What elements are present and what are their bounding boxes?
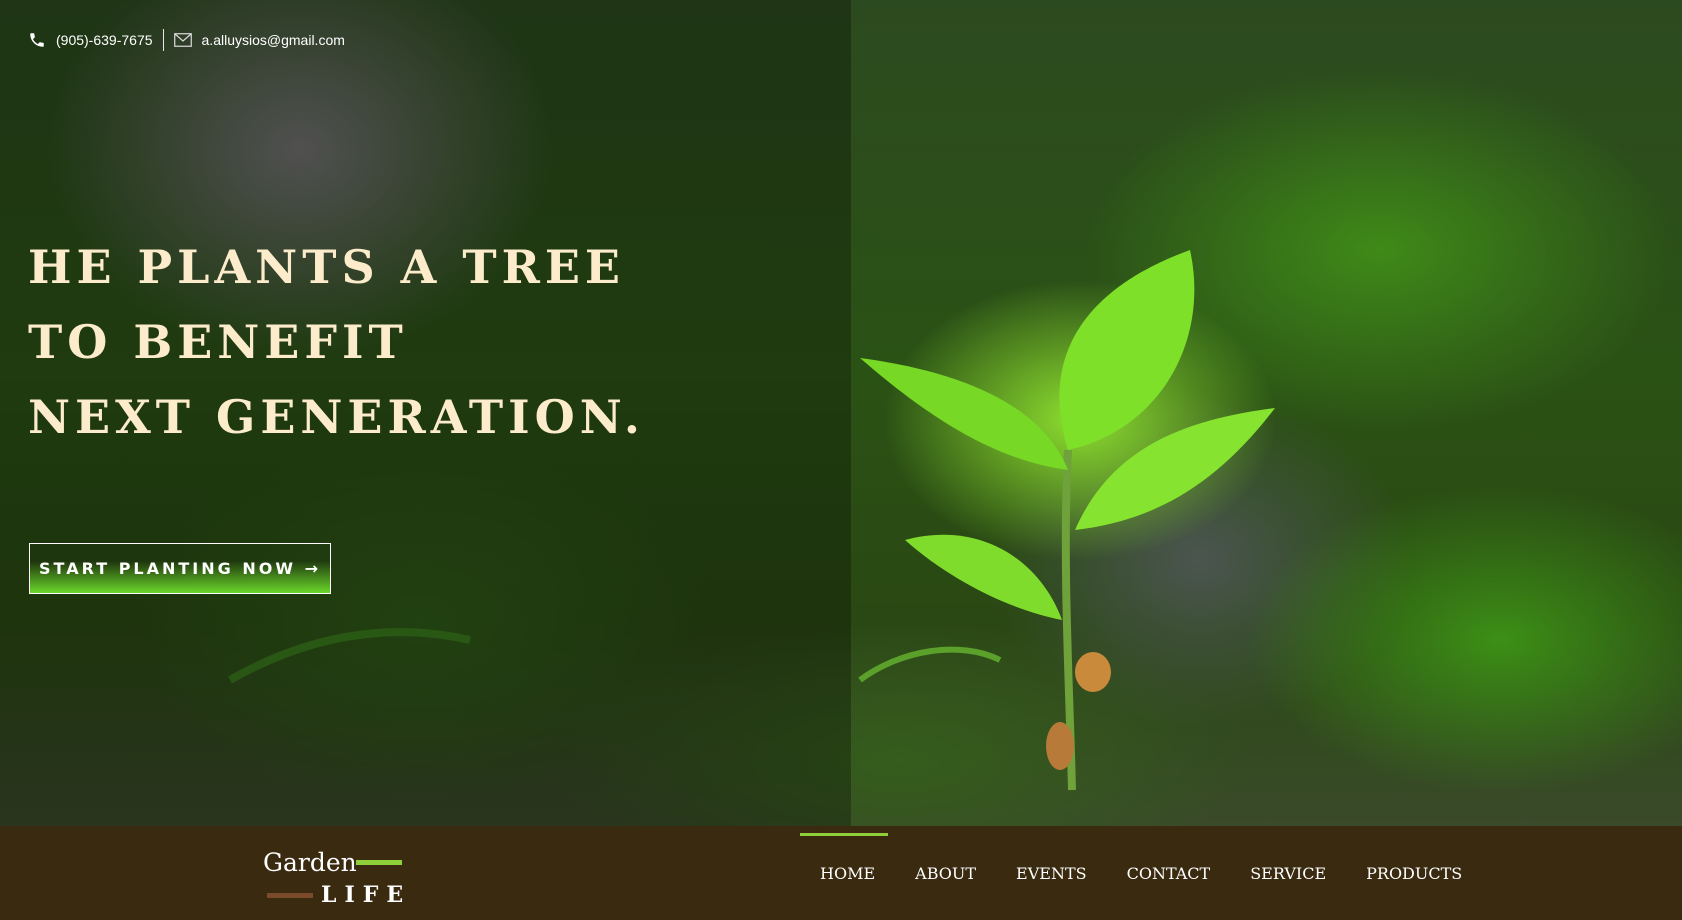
logo-accent-green [356,860,402,865]
nav-products[interactable]: PRODUCTS [1366,860,1462,887]
email-address: a.alluysios@gmail.com [201,32,345,48]
hero-headline: HE PLANTS A TREE TO BENEFIT NEXT GENERAT… [28,230,645,455]
logo-word-life: LIFE [321,882,412,908]
nav-about[interactable]: ABOUT [915,860,976,887]
start-planting-button[interactable]: START PLANTING NOW → [29,543,331,594]
envelope-icon [173,33,192,47]
headline-line-1: HE PLANTS A TREE [28,240,625,294]
email-contact[interactable]: a.alluysios@gmail.com [173,32,345,48]
logo-accent-brown [267,893,313,898]
headline-line-2: TO BENEFIT [28,315,408,369]
logo-word-garden: Garden [263,848,357,877]
contact-bar: (905)-639-7675 a.alluysios@gmail.com [28,28,345,52]
nav-events[interactable]: EVENTS [1016,860,1087,887]
phone-number: (905)-639-7675 [56,32,153,48]
nav-home[interactable]: HOME [799,832,889,887]
nav-contact[interactable]: CONTACT [1127,860,1211,887]
divider [162,29,164,51]
logo[interactable]: Garden LIFE [263,848,413,908]
phone-icon [30,33,44,47]
headline-line-3: NEXT GENERATION. [28,390,645,444]
nav-service[interactable]: SERVICE [1250,860,1326,887]
phone-contact[interactable]: (905)-639-7675 [28,31,153,49]
main-nav: HOME ABOUT EVENTS CONTACT SERVICE PRODUC… [799,826,1502,920]
